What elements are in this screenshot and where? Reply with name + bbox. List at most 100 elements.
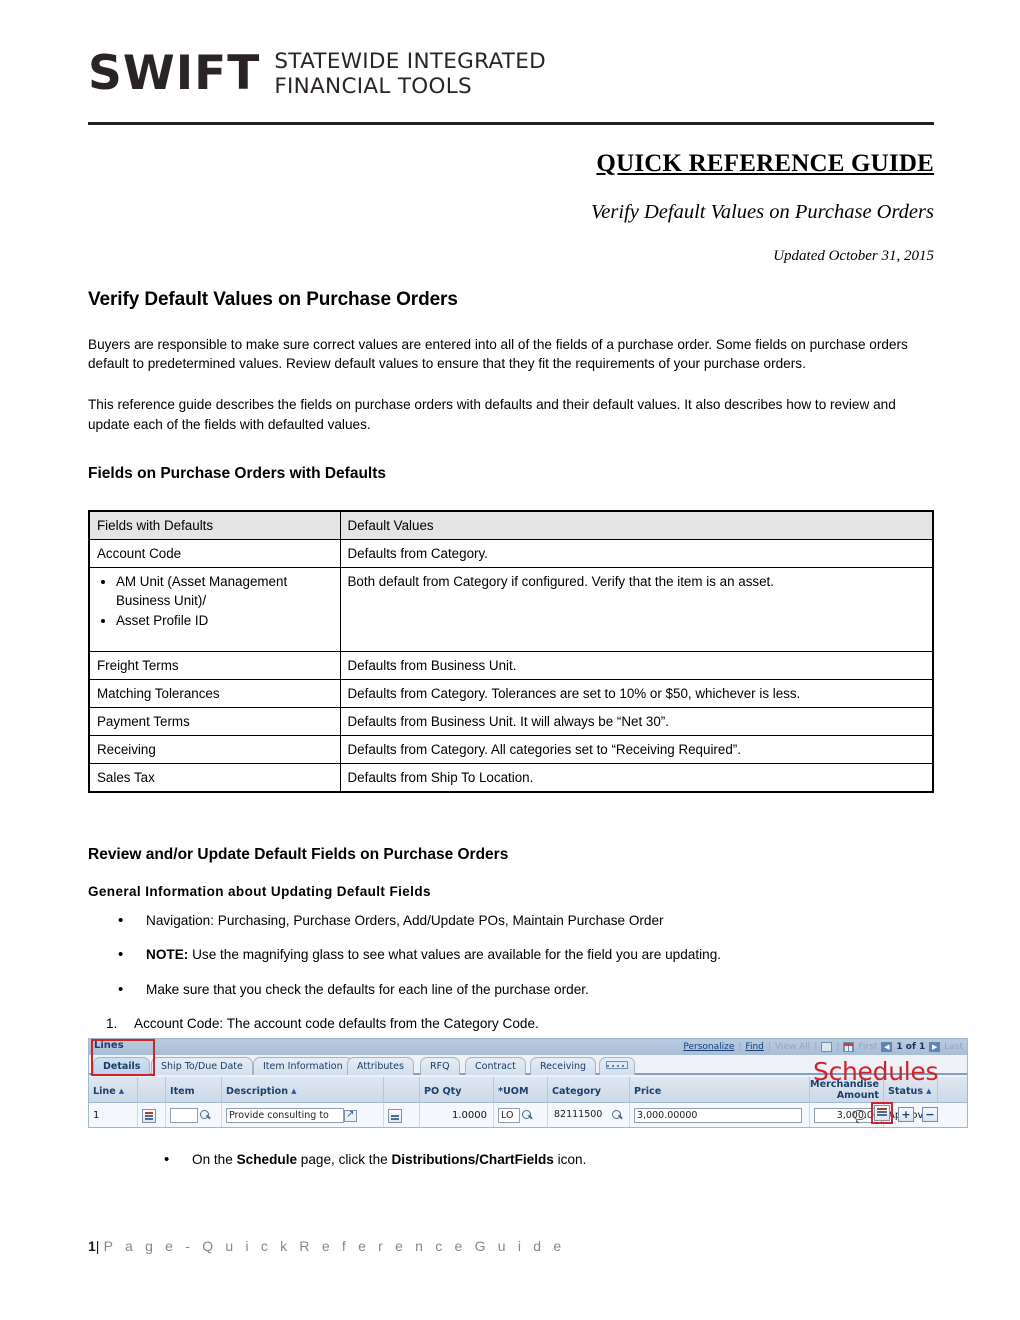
table-row: Payment Terms Defaults from Business Uni…	[88, 707, 934, 737]
cell-field-name: Account Code	[88, 539, 341, 569]
more-columns-icon	[606, 1061, 628, 1069]
bullet-marker: •	[118, 980, 124, 998]
schedules-icon-wrapper[interactable]	[871, 1102, 893, 1124]
cell-po-qty[interactable]: 1.0000	[419, 1103, 493, 1127]
cell-item[interactable]	[165, 1103, 221, 1127]
section-heading-fields-table: Fields on Purchase Orders with Defaults	[88, 464, 387, 482]
column-header-uom[interactable]: *UOM	[493, 1077, 547, 1103]
column-header-category[interactable]: Category	[547, 1077, 629, 1103]
search-icon[interactable]	[200, 1110, 211, 1121]
add-row-button[interactable]: +	[898, 1107, 914, 1122]
column-header-detail-icon	[383, 1077, 419, 1103]
search-icon[interactable]	[612, 1110, 623, 1121]
column-header-status-label: Status	[888, 1085, 924, 1097]
cell-item-search-icon[interactable]	[383, 1103, 419, 1127]
category-value[interactable]: 82111500	[552, 1108, 610, 1123]
footer-page-number: 1	[88, 1238, 96, 1254]
cell-field-name: Payment Terms	[88, 707, 341, 737]
tab-rfq[interactable]: RFQ	[420, 1057, 460, 1075]
list-item: AM Unit (Asset Management Business Unit)…	[116, 572, 334, 610]
item-input[interactable]	[170, 1108, 198, 1123]
previous-page-arrow-icon[interactable]: ◀	[881, 1042, 893, 1052]
comments-bubble-icon[interactable]	[853, 1109, 866, 1120]
intro-paragraph-1: Buyers are responsible to make sure corr…	[88, 336, 908, 371]
schedules-annotation-text: Schedules	[813, 1057, 939, 1086]
cell-field-name-bulleted: AM Unit (Asset Management Business Unit)…	[88, 567, 341, 653]
swift-logo: SWIFT STATEWIDE INTEGRATED FINANCIAL TOO…	[88, 48, 934, 100]
table-row: Freight Terms Defaults from Business Uni…	[88, 651, 934, 681]
cell-row-actions	[937, 1103, 967, 1127]
cell-price[interactable]: 3,000.00000	[629, 1103, 809, 1127]
table-row: Receiving Defaults from Category. All ca…	[88, 735, 934, 765]
document-subtitle: Verify Default Values on Purchase Orders	[591, 201, 934, 224]
cell-line-comments-icon[interactable]	[137, 1103, 165, 1127]
tab-more-columns-icon[interactable]	[599, 1057, 635, 1075]
first-label[interactable]: First	[858, 1042, 877, 1052]
list-item-bold-schedule: Schedule	[236, 1152, 298, 1167]
column-header-line[interactable]: Line ▲	[89, 1077, 137, 1103]
search-icon[interactable]	[522, 1110, 533, 1121]
tab-contract[interactable]: Contract	[465, 1057, 526, 1075]
tab-attributes[interactable]: Attributes	[347, 1057, 414, 1075]
column-header-item[interactable]: Item	[165, 1077, 221, 1103]
download-spreadsheet-icon[interactable]	[843, 1042, 855, 1052]
list-item-text: Use the magnifying glass to see what val…	[188, 947, 722, 963]
numbered-step-list: 1. Account Code: The account code defaul…	[88, 1014, 934, 1033]
expand-description-icon[interactable]	[344, 1109, 357, 1122]
table-header-row: Fields with Defaults Default Values	[88, 510, 934, 541]
description-input[interactable]: Provide consulting to	[226, 1108, 344, 1123]
column-header-actions	[937, 1077, 967, 1103]
logo-tagline-line2: FINANCIAL TOOLS	[274, 73, 472, 99]
tab-receiving[interactable]: Receiving	[530, 1057, 597, 1075]
list-item: 1. Account Code: The account code defaul…	[88, 1014, 934, 1033]
cell-field-name: Freight Terms	[88, 651, 341, 681]
schedules-icon-highlight-box	[871, 1102, 893, 1124]
last-label[interactable]: Last	[944, 1042, 963, 1052]
cell-uom[interactable]: LO	[493, 1103, 547, 1127]
tab-item-information[interactable]: Item Information	[253, 1057, 353, 1075]
cell-default-value: Defaults from Business Unit. It will alw…	[339, 707, 934, 737]
personalize-link[interactable]: Personalize	[683, 1042, 734, 1052]
cell-category[interactable]: 82111500	[547, 1103, 629, 1127]
list-item: • NOTE: Use the magnifying glass to see …	[88, 945, 934, 964]
cell-default-value: Both default from Category if configured…	[339, 567, 934, 653]
closing-bullet-list: • On the Schedule page, click the Distri…	[88, 1150, 934, 1169]
expand-grid-icon[interactable]	[821, 1042, 833, 1052]
column-header-po-qty[interactable]: PO Qty	[419, 1077, 493, 1103]
cell-default-value: Defaults from Category. All categories s…	[339, 735, 934, 765]
list-item: • On the Schedule page, click the Distri…	[88, 1150, 934, 1169]
peoplesoft-lines-grid-screenshot: Lines Personalize | Find | View All | | …	[88, 1038, 968, 1128]
column-header-price[interactable]: Price	[629, 1077, 809, 1103]
delete-row-button[interactable]: −	[922, 1107, 938, 1122]
bullet-marker: •	[118, 946, 124, 964]
column-header-values: Default Values	[339, 510, 934, 541]
grid-toolbar: Personalize | Find | View All | | First …	[683, 1040, 963, 1054]
column-header-description[interactable]: Description ▲	[221, 1077, 383, 1103]
general-info-bullet-list: • Navigation: Purchasing, Purchase Order…	[88, 911, 934, 999]
field-bullet-list: AM Unit (Asset Management Business Unit)…	[97, 572, 334, 630]
cell-description[interactable]: Provide consulting to	[221, 1103, 383, 1127]
step-number-marker: 1.	[106, 1015, 118, 1031]
column-header-fields: Fields with Defaults	[88, 510, 341, 541]
logo-tagline: STATEWIDE INTEGRATED FINANCIAL TOOLS	[274, 48, 546, 100]
list-item: • Make sure that you check the defaults …	[88, 980, 934, 999]
column-header-line-label: Line	[93, 1085, 116, 1097]
toolbar-separator: |	[814, 1042, 818, 1052]
list-item-text-part2: page, click the	[297, 1152, 392, 1167]
toolbar-separator: |	[836, 1042, 840, 1052]
cell-default-value: Defaults from Ship To Location.	[339, 763, 934, 793]
next-page-arrow-icon[interactable]: ▶	[929, 1042, 941, 1052]
grid-data-row: 1 Provide consulting to 1.0000 LO 82111	[89, 1103, 967, 1127]
find-link[interactable]: Find	[745, 1042, 763, 1052]
bullet-marker: •	[118, 911, 124, 929]
list-item-text-part3: icon.	[553, 1152, 587, 1167]
cell-field-name: Matching Tolerances	[88, 679, 341, 709]
intro-paragraph-2: This reference guide describes the field…	[88, 397, 896, 432]
tab-ship-to-due-date[interactable]: Ship To/Due Date	[151, 1057, 253, 1075]
view-all-link[interactable]: View All	[775, 1042, 810, 1052]
cell-line-number: 1	[93, 1110, 100, 1121]
table-row: AM Unit (Asset Management Business Unit)…	[88, 567, 934, 653]
uom-input[interactable]: LO	[498, 1108, 520, 1123]
toolbar-separator: |	[767, 1042, 771, 1052]
price-input[interactable]: 3,000.00000	[634, 1108, 802, 1123]
